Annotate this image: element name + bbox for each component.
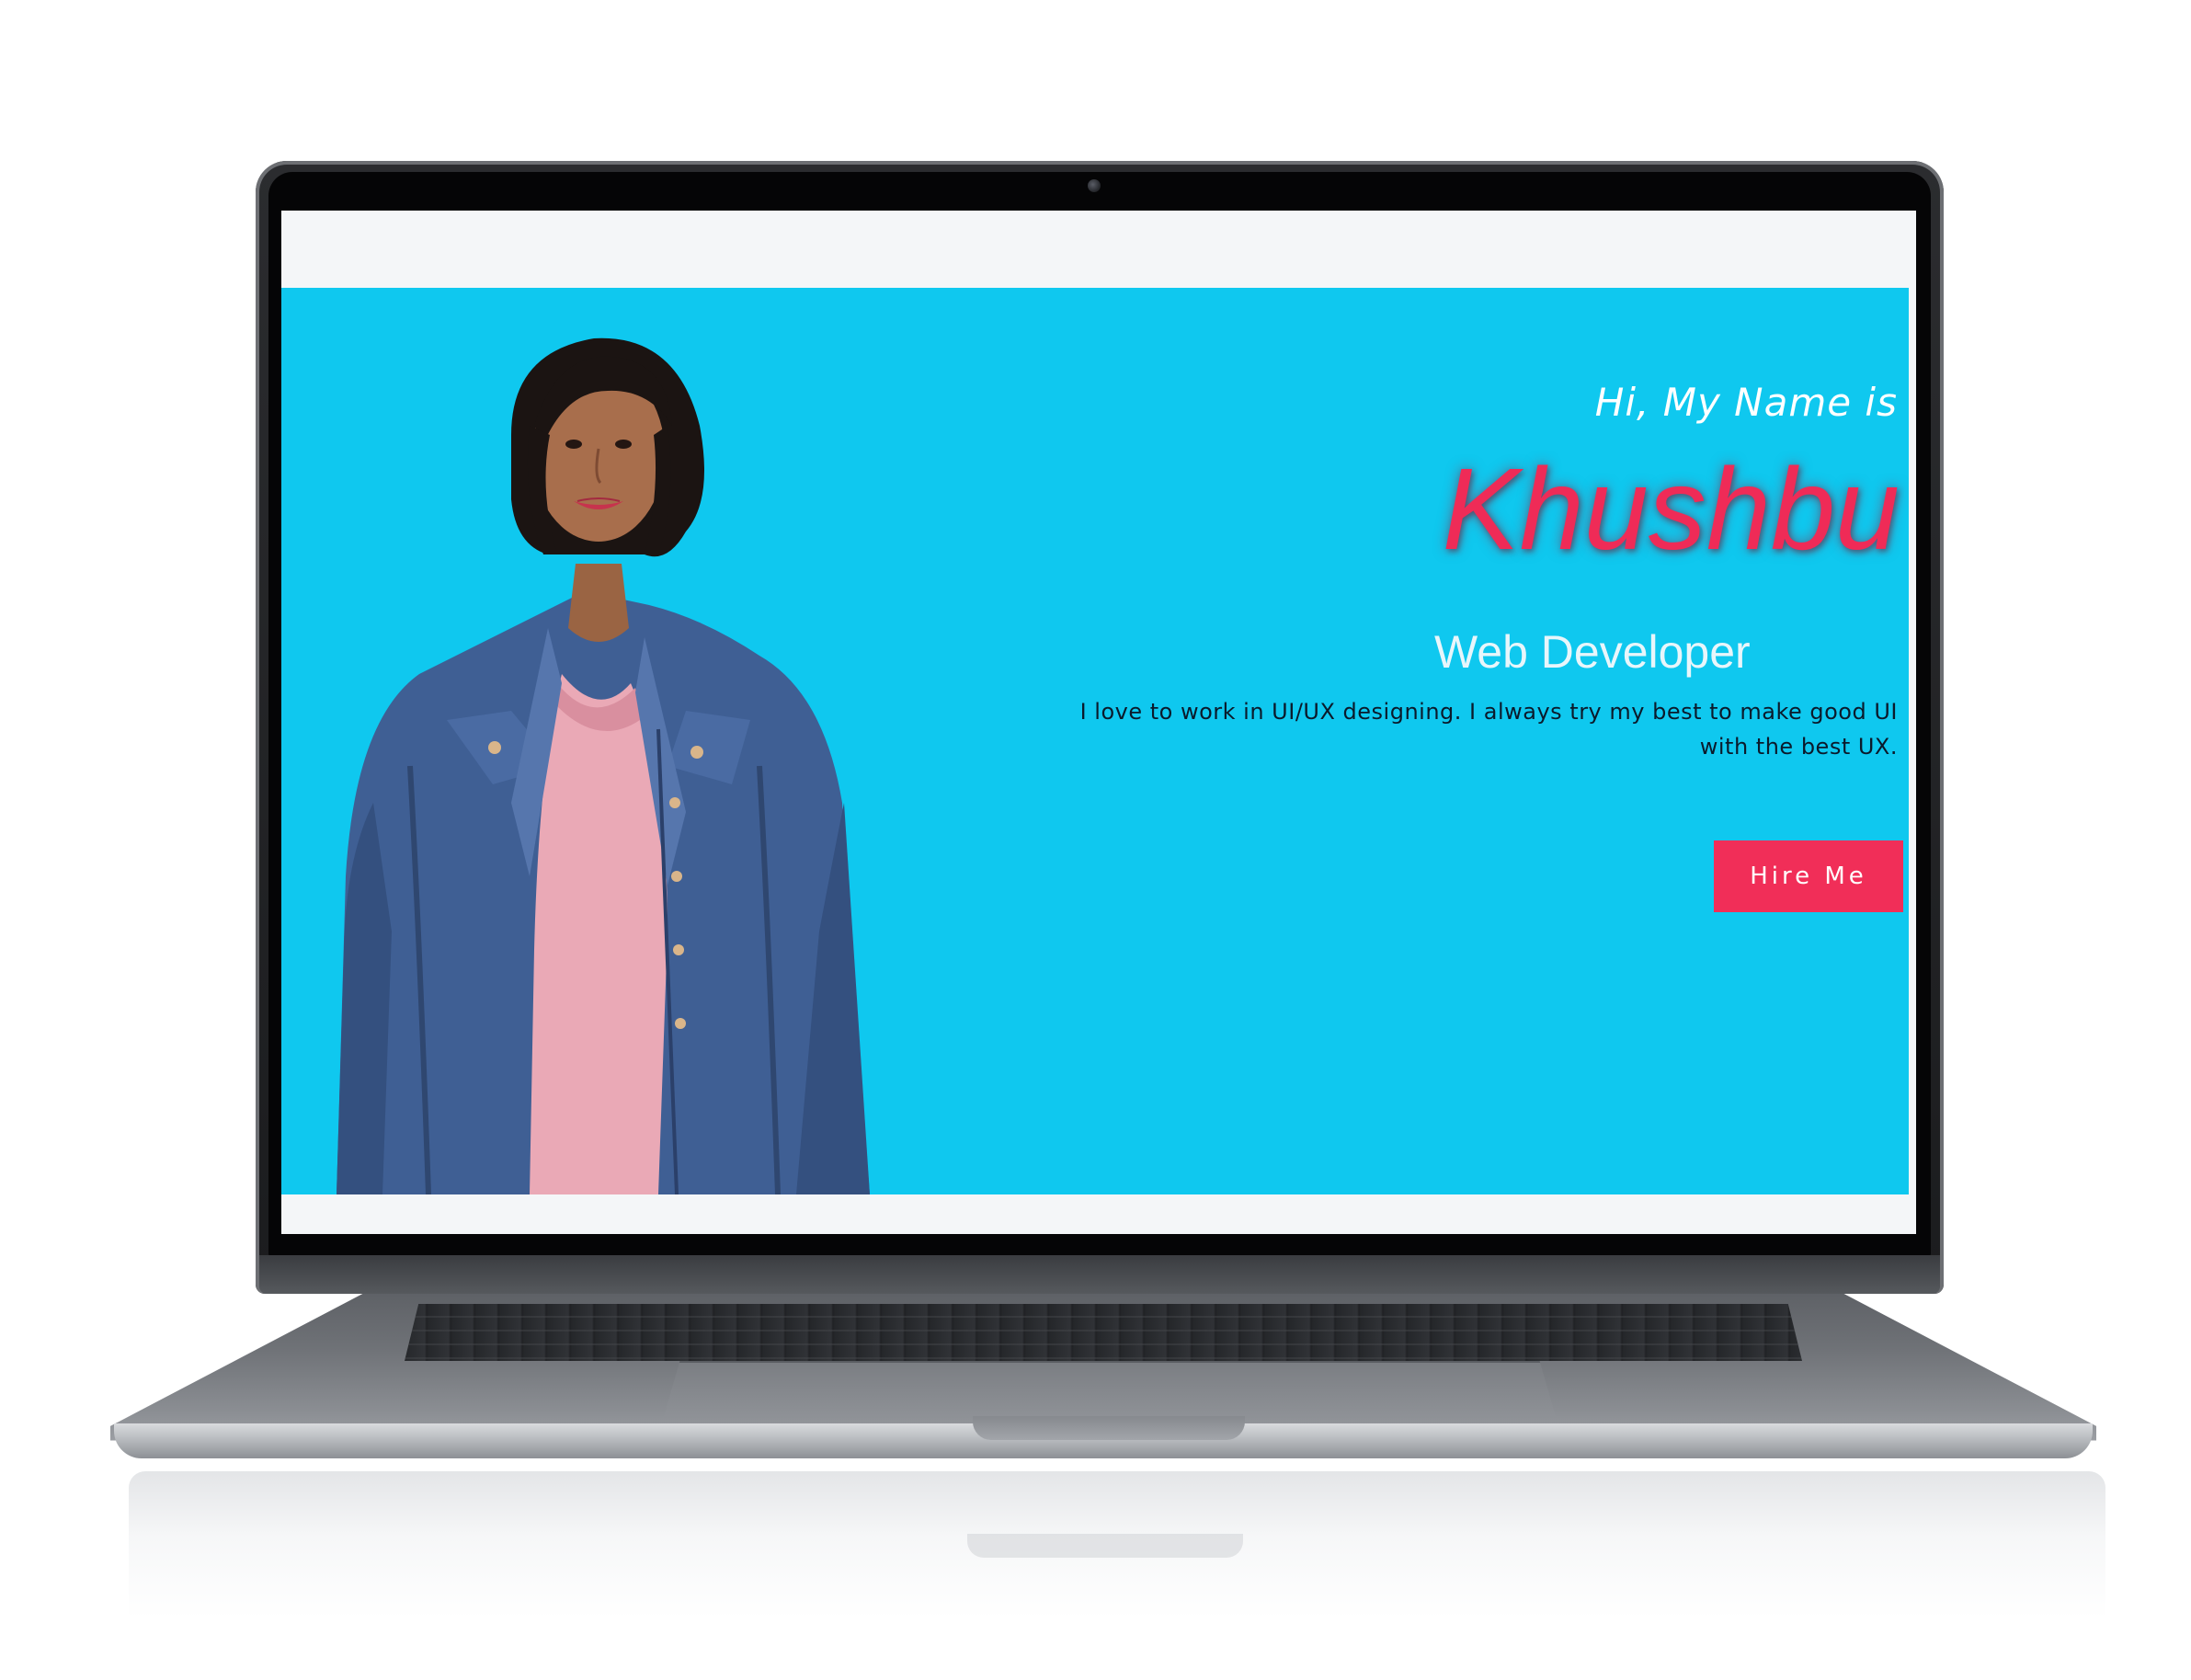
hire-me-button[interactable]: Hire Me <box>1714 840 1903 912</box>
profile-photo <box>337 337 870 1194</box>
keyboard-rows <box>405 1304 1802 1361</box>
bio-text: I love to work in UI/UX designing. I alw… <box>1079 699 1898 760</box>
webcam-icon <box>1088 179 1101 192</box>
greeting-text: Hi, My Name is <box>1594 380 1898 425</box>
hero-section: Hi, My Name is Khushbu Web Developer I l… <box>281 288 1909 1194</box>
page-top-bar <box>281 211 1916 288</box>
lid-opening-notch <box>973 1416 1245 1440</box>
laptop-screen: Hi, My Name is Khushbu Web Developer I l… <box>281 211 1916 1234</box>
job-title: Web Developer <box>1434 626 1751 678</box>
trackpad <box>664 1361 1556 1416</box>
laptop-mockup: Hi, My Name is Khushbu Web Developer I l… <box>0 0 2191 1680</box>
page-bottom-strip <box>281 1194 1916 1234</box>
screen-chin <box>259 1255 1940 1294</box>
hero-name: Khushbu <box>1442 444 1900 574</box>
reflection-notch <box>967 1534 1243 1558</box>
